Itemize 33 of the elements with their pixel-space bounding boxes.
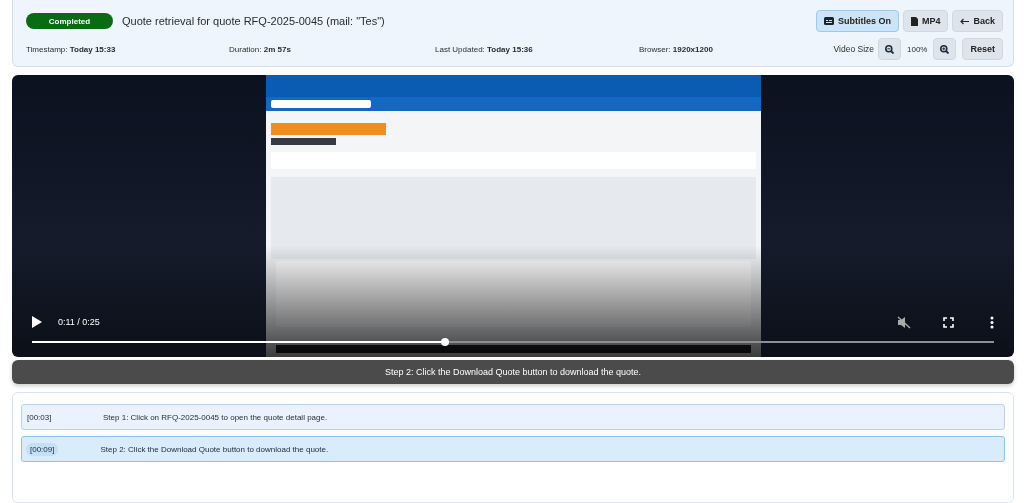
zoom-level: 100% bbox=[907, 44, 928, 54]
play-icon[interactable] bbox=[32, 316, 42, 329]
meta-info: Browser: 1920x1200 bbox=[639, 44, 714, 54]
back-button[interactable]: Back bbox=[952, 10, 1003, 32]
step-item[interactable]: [00:09] Step 2: Click the Download Quote button to download the quote. bbox=[21, 436, 1005, 462]
subtitles-button[interactable]: Subtitles On bbox=[815, 10, 899, 32]
zoom-in-button[interactable] bbox=[933, 38, 957, 60]
step-item[interactable]: [00:03] Step 1: Click on RFQ-2025-0045 to open the quote detail page. bbox=[21, 404, 1005, 430]
subtitle-bar: Step 2: Click the Download Quote button to download the quote. bbox=[12, 360, 1014, 384]
video-size-label: Video Size bbox=[833, 44, 874, 54]
step-text: Step 1: Click on RFQ-2025-0045 to open the quote detail page. bbox=[103, 412, 328, 422]
meta-info: Duration: 2m 57s bbox=[229, 44, 292, 54]
zoom-in-icon bbox=[940, 44, 950, 54]
download-button[interactable]: MP4 bbox=[902, 10, 949, 32]
zoom-out-button[interactable] bbox=[878, 38, 901, 60]
playback-time: 0:11 / 0:25 bbox=[58, 317, 100, 328]
progress-track[interactable] bbox=[32, 341, 994, 344]
meta-info: Last Updated: Today 15:36 bbox=[435, 44, 534, 54]
reset-button[interactable]: Reset bbox=[962, 38, 1003, 60]
progress-thumb[interactable] bbox=[440, 338, 449, 347]
status-badge: Completed bbox=[26, 13, 113, 29]
recording-title: Quote retrieval for quote RFQ-2025-0045 (mail: "Tes") bbox=[122, 15, 386, 27]
step-text: Step 2: Click the Download Quote button to download the quote. bbox=[100, 444, 329, 454]
muted-icon[interactable] bbox=[897, 315, 911, 329]
captions-icon bbox=[823, 17, 834, 25]
fullscreen-icon[interactable] bbox=[943, 316, 954, 328]
file-icon bbox=[910, 16, 918, 26]
more-icon[interactable] bbox=[990, 315, 994, 329]
step-timestamp: [00:03] bbox=[27, 412, 53, 422]
arrow-left-icon bbox=[960, 17, 970, 25]
meta-info: Timestamp: Today 15:33 bbox=[26, 44, 117, 54]
zoom-out-icon bbox=[885, 44, 894, 54]
step-timestamp: [00:09] bbox=[26, 442, 59, 456]
